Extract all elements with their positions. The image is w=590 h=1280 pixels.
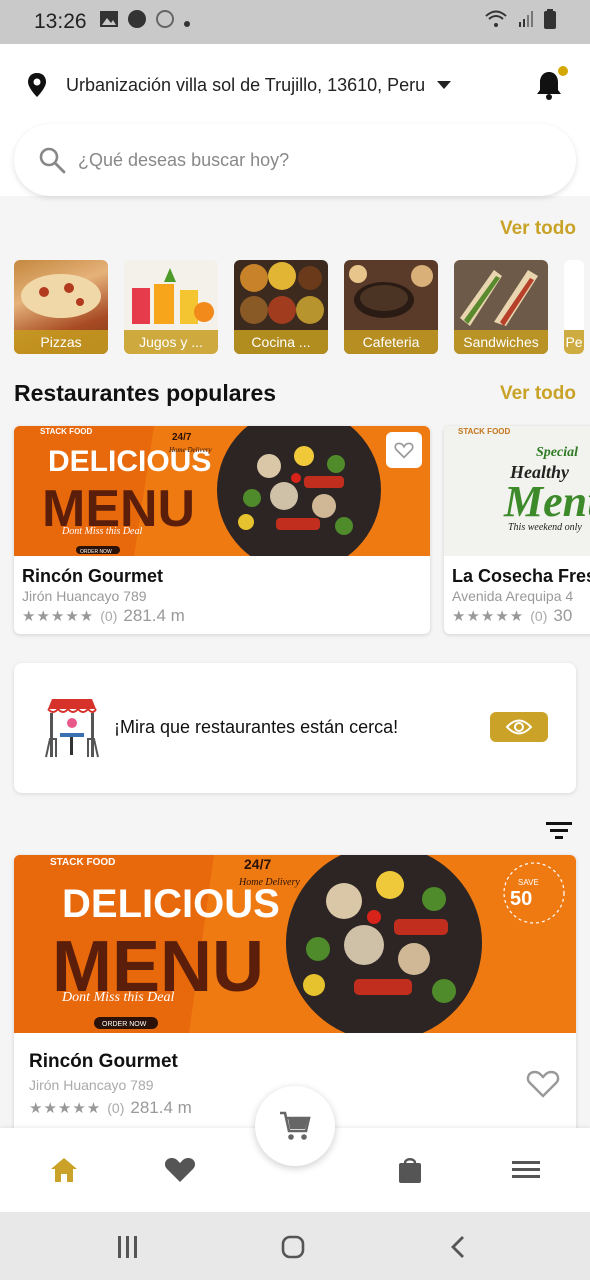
category-more[interactable]: Pe — [564, 260, 584, 354]
menu-icon — [512, 1161, 540, 1178]
category-cafeteria[interactable]: Cafeteria — [344, 260, 438, 354]
banner-tagline: Dont Miss this Deal — [61, 526, 143, 537]
restaurant-distance: 281.4 m — [130, 1098, 192, 1117]
banner-tagline: Dont Miss this Deal — [61, 990, 175, 1005]
banner-line1: DELICIOUS — [62, 882, 280, 926]
banner-delivery-sub: Home Delivery — [238, 877, 300, 888]
nearby-text: ¡Mira que restaurantes están cerca! — [114, 717, 399, 737]
nav-orders[interactable] — [394, 1154, 426, 1186]
notification-dot-icon — [183, 10, 191, 34]
nav-menu[interactable] — [510, 1154, 542, 1186]
address-text: Urbanización villa sol de Trujillo, 1361… — [66, 74, 426, 95]
category-pizzas[interactable]: Pizzas — [14, 260, 108, 354]
favorite-button[interactable] — [386, 432, 422, 468]
rating-count: (0) — [107, 1100, 125, 1116]
banner-promo-small: SAVE — [518, 878, 539, 887]
category-label: Cocina ... — [234, 330, 328, 354]
restaurant-name: La Cosecha Fresca — [452, 566, 590, 586]
category-cuisine[interactable]: Cocina ... — [234, 260, 328, 354]
eye-icon — [505, 719, 533, 735]
search-placeholder[interactable]: ¿Qué deseas buscar hoy? — [78, 150, 289, 171]
gallery-icon — [99, 10, 119, 34]
restaurant-table-icon — [45, 699, 99, 758]
restaurant-name: Rincón Gourmet — [22, 566, 164, 586]
signal-icon — [518, 10, 534, 34]
recent-apps-icon[interactable] — [115, 1234, 141, 1260]
restaurant-name: Rincón Gourmet — [29, 1051, 178, 1072]
view-nearby-button[interactable] — [490, 712, 548, 742]
banner-brand: STACK FOOD — [50, 857, 115, 868]
categories-see-all-link[interactable]: Ver todo — [500, 218, 576, 240]
category-list: Pizzas Jugos y ... Cocina ... Cafeteria … — [14, 260, 590, 356]
heart-outline-icon[interactable] — [526, 1069, 560, 1099]
restaurant-banner: STACK FOOD DELICIOUS MENU Dont Miss this… — [14, 426, 430, 556]
category-sandwiches[interactable]: Sandwiches — [454, 260, 548, 354]
rating-stars: ★★★★★ — [452, 608, 525, 625]
nav-home[interactable] — [48, 1154, 80, 1186]
category-label: Sandwiches — [454, 330, 548, 354]
category-label: Pizzas — [14, 330, 108, 354]
category-label: Cafeteria — [344, 330, 438, 354]
restaurant-address: Avenida Arequipa 4 — [452, 588, 574, 604]
battery-icon — [544, 9, 556, 35]
back-icon[interactable] — [446, 1234, 472, 1260]
restaurant-rating: ★★★★★ (0) 30 — [452, 606, 572, 626]
restaurant-address: Jirón Huancayo 789 — [22, 588, 147, 604]
banner-promo-big: 50 — [510, 888, 532, 910]
restaurant-distance: 281.4 m — [123, 606, 185, 625]
heart-outline-icon — [394, 442, 414, 459]
home-circle-icon[interactable] — [280, 1234, 306, 1260]
location-selector[interactable]: Urbanización villa sol de Trujillo, 1361… — [26, 72, 452, 98]
restaurant-card[interactable]: STACK FOOD DELICIOUS MENU Dont Miss this… — [14, 426, 430, 634]
notification-bell[interactable] — [534, 66, 568, 102]
shopping-bag-icon — [399, 1158, 421, 1183]
wifi-icon — [484, 9, 508, 35]
banner-special: Special — [536, 445, 578, 460]
notification-badge — [558, 66, 568, 76]
banner-delivery: 24/7 — [172, 432, 192, 443]
banner-order: ORDER NOW — [80, 549, 112, 555]
category-label: Jugos y ... — [124, 330, 218, 354]
chevron-down-icon — [437, 81, 452, 89]
restaurant-rating: ★★★★★ (0) 281.4 m — [22, 606, 185, 626]
heart-icon — [164, 1158, 196, 1182]
restaurant-address: Jirón Huancayo 789 — [29, 1077, 154, 1093]
rating-count: (0) — [100, 608, 118, 624]
home-icon — [51, 1158, 77, 1182]
banner-weekend: This weekend only — [508, 522, 582, 533]
filter-icon[interactable] — [546, 820, 572, 842]
banner-brand: STACK FOOD — [458, 427, 511, 436]
restaurant-banner: STACK FOOD DELICIOUS MENU Dont Miss this… — [14, 855, 576, 1033]
category-juices[interactable]: Jugos y ... — [124, 260, 218, 354]
header: Urbanización villa sol de Trujillo, 1361… — [0, 44, 590, 196]
location-pin-icon — [28, 73, 46, 97]
banner-delivery: 24/7 — [244, 856, 271, 872]
banner-delivery-sub: Home Delivery — [168, 446, 212, 454]
restaurant-banner: STACK FOOD Special Healthy Menu This wee… — [444, 426, 590, 556]
popular-see-all-link[interactable]: Ver todo — [500, 383, 576, 405]
status-bar: 13:26 — [0, 0, 590, 44]
cart-button[interactable] — [255, 1086, 335, 1166]
cart-icon — [280, 1111, 311, 1140]
banner-order: ORDER NOW — [102, 1021, 147, 1028]
android-icon — [155, 9, 175, 35]
nav-favorites[interactable] — [164, 1154, 196, 1186]
restaurant-card[interactable]: STACK FOOD Special Healthy Menu This wee… — [444, 426, 590, 634]
banner-brand: STACK FOOD — [40, 427, 93, 436]
restaurant-rating: ★★★★★ (0) 281.4 m — [29, 1098, 192, 1118]
category-label: Pe — [564, 330, 584, 354]
office-icon — [127, 9, 147, 35]
popular-title: Restaurantes populares — [14, 380, 277, 406]
rating-stars: ★★★★★ — [22, 608, 95, 625]
rating-count: (0) — [530, 608, 548, 624]
banner-menu2: Menu — [503, 477, 590, 526]
status-time: 13:26 — [34, 10, 87, 33]
search-bar[interactable]: ¿Qué deseas buscar hoy? — [14, 124, 576, 196]
nearby-restaurants-card[interactable]: ¡Mira que restaurantes están cerca! — [14, 663, 576, 793]
android-navigation-bar — [0, 1212, 590, 1280]
search-icon — [39, 147, 66, 174]
rating-stars: ★★★★★ — [29, 1100, 102, 1117]
restaurant-distance: 30 — [553, 606, 573, 625]
